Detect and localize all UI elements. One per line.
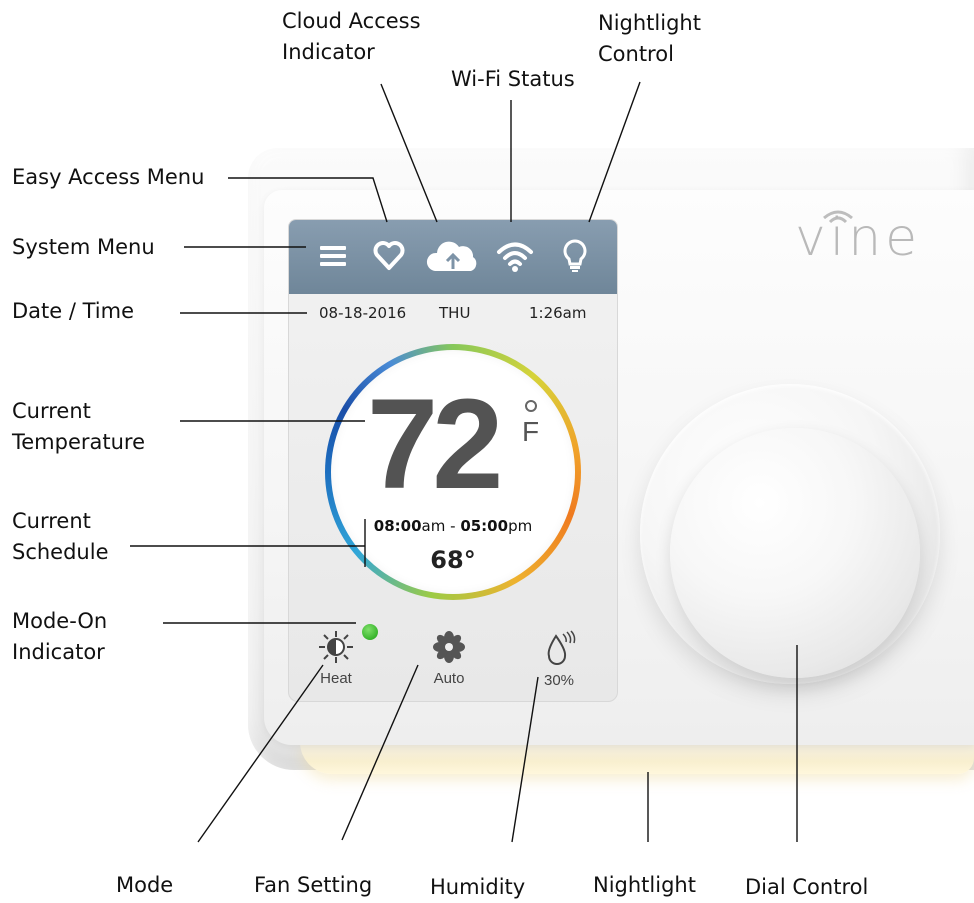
label-nightlight-control: Nightlight Control xyxy=(598,8,701,70)
label-system-menu: System Menu xyxy=(12,235,155,259)
label-current-schedule-line1: Current xyxy=(12,509,91,533)
label-mode-on-line1: Mode-On xyxy=(12,609,108,633)
label-cloud-access-line2: Indicator xyxy=(282,40,375,64)
label-dial-control: Dial Control xyxy=(745,875,869,899)
label-cloud-access-line1: Cloud Access xyxy=(282,9,421,33)
label-date-time: Date / Time xyxy=(12,299,135,323)
label-current-temperature-line1: Current xyxy=(12,399,91,423)
leader-lines xyxy=(130,81,798,843)
label-nightlight: Nightlight xyxy=(593,873,696,897)
leader-mode xyxy=(197,664,324,843)
label-mode: Mode xyxy=(116,873,174,897)
label-nightlight-control-line1: Nightlight xyxy=(598,11,701,35)
label-humidity: Humidity xyxy=(430,875,526,899)
leader-humidity xyxy=(511,676,539,843)
leader-cloud-access xyxy=(380,83,438,223)
label-cloud-access-indicator: Cloud Access Indicator xyxy=(282,6,421,68)
leader-easy-access-menu xyxy=(228,177,388,223)
label-mode-on-indicator: Mode-On Indicator xyxy=(12,606,107,668)
label-fan-setting: Fan Setting xyxy=(254,873,373,897)
leader-fan-setting xyxy=(341,664,419,841)
label-nightlight-control-line2: Control xyxy=(598,42,674,66)
label-current-schedule: Current Schedule xyxy=(12,506,109,568)
label-easy-access-menu: Easy Access Menu xyxy=(12,165,205,189)
label-wifi-status: Wi-Fi Status xyxy=(451,67,575,91)
leader-nightlight-control xyxy=(588,81,641,223)
label-current-temperature-line2: Temperature xyxy=(12,430,146,454)
label-current-temperature: Current Temperature xyxy=(12,396,145,458)
label-mode-on-line2: Indicator xyxy=(12,640,105,664)
label-current-schedule-line2: Schedule xyxy=(12,540,109,564)
